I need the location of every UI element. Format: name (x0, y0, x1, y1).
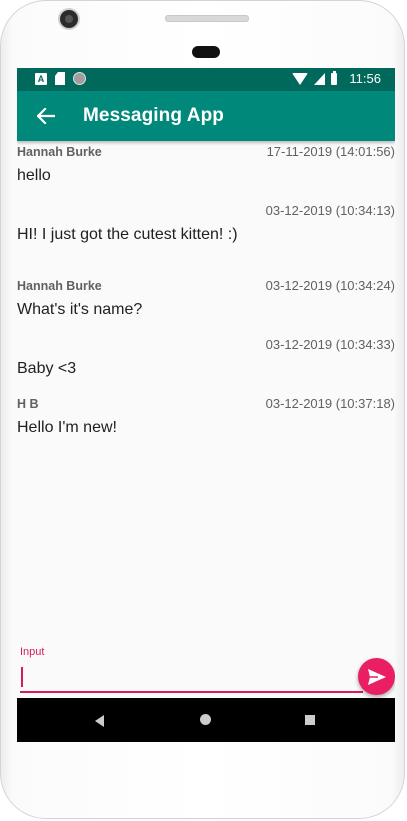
wifi-icon (292, 72, 309, 85)
send-button[interactable] (358, 658, 395, 695)
sd-card-icon (55, 72, 65, 85)
input-underline (20, 691, 363, 693)
message-text: HI! I just got the cutest kitten! :) (17, 226, 238, 243)
arrow-back-icon (37, 108, 55, 124)
system-nav-bar (17, 698, 395, 742)
message-text: Hello I'm new! (17, 419, 117, 436)
phone-chin (7, 741, 402, 817)
status-right-icons: 11:56 (292, 70, 381, 86)
app-bar: Messaging App (17, 91, 395, 141)
message-list[interactable]: Hannah Burke 17-11-2019 (14:01:56) hello… (17, 141, 395, 636)
message-text: What's it's name? (17, 301, 143, 318)
nav-recents-icon[interactable] (305, 715, 315, 725)
message-sender: H B (17, 397, 39, 411)
nav-home-icon[interactable] (200, 714, 211, 725)
status-bar: A 11:56 (17, 68, 395, 91)
message-timestamp: 03-12-2019 (10:34:13) (265, 203, 395, 218)
front-camera (60, 10, 78, 28)
input-label: Input (20, 646, 45, 658)
phone-frame: A 11:56 Messaging App Hannah Burke 17-11… (0, 0, 405, 819)
device-screen: A 11:56 Messaging App Hannah Burke 17-11… (17, 68, 395, 742)
message-timestamp: 17-11-2019 (14:01:56) (266, 144, 395, 159)
message-timestamp: 03-12-2019 (10:34:33) (265, 337, 395, 352)
a-badge-icon: A (35, 72, 47, 85)
message-text: hello (17, 167, 51, 184)
message-input[interactable] (20, 662, 364, 690)
earpiece (192, 46, 220, 58)
message-timestamp: 03-12-2019 (10:34:24) (265, 278, 395, 293)
send-icon (367, 668, 386, 685)
back-button[interactable] (31, 101, 61, 131)
nav-back-icon[interactable] (95, 715, 104, 727)
speaker-grille (165, 15, 249, 22)
message-sender: Hannah Burke (17, 279, 102, 293)
text-caret (21, 667, 23, 687)
message-composer: Input (17, 642, 395, 698)
status-left-icons: A (35, 72, 86, 85)
message-timestamp: 03-12-2019 (10:37:18) (265, 396, 395, 411)
status-time: 11:56 (349, 71, 381, 86)
message-sender: Hannah Burke (17, 145, 102, 159)
message-text: Baby <3 (17, 360, 77, 377)
battery-icon (331, 70, 338, 85)
signal-icon (314, 72, 326, 85)
app-title: Messaging App (83, 105, 224, 126)
circle-icon (73, 72, 86, 85)
